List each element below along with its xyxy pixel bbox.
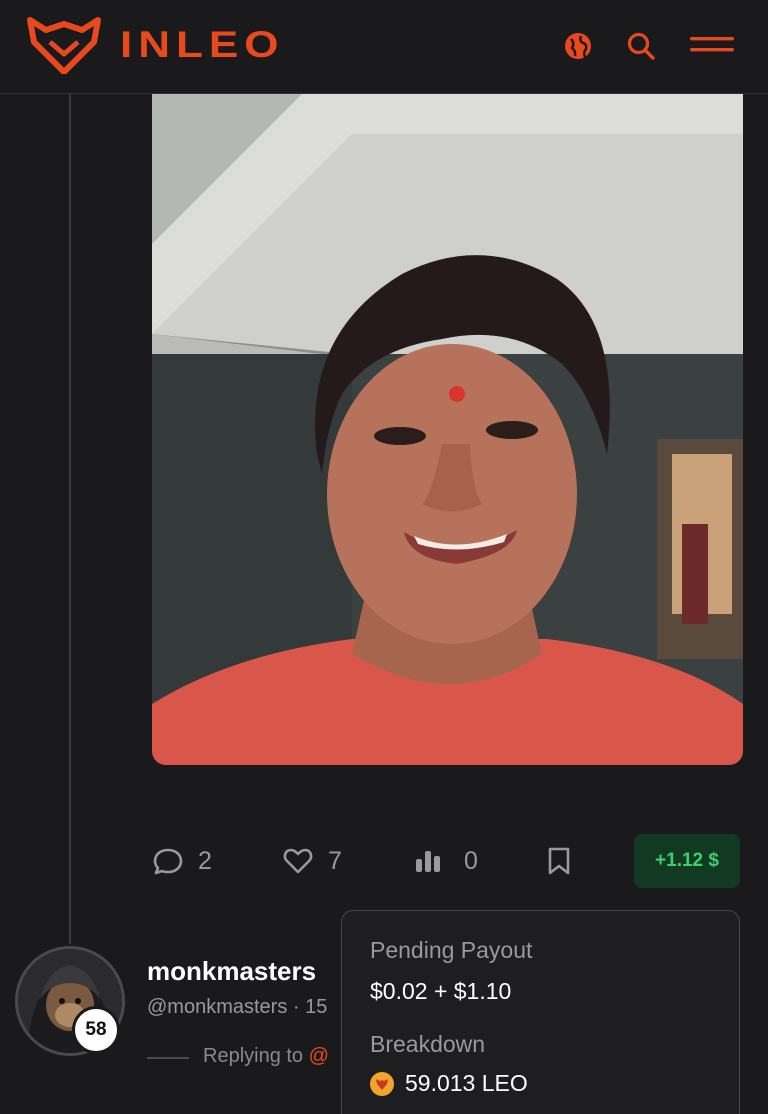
reputation-badge: 58: [72, 1006, 120, 1054]
payout-button[interactable]: +1.12 $: [634, 834, 740, 888]
stats-button[interactable]: 0: [414, 838, 478, 884]
reply-handle[interactable]: @monkmasters · 15: [147, 996, 342, 1019]
comment-icon: [153, 848, 183, 875]
stats-count: 0: [464, 846, 478, 875]
bar-chart-icon: [416, 851, 440, 872]
replying-mention[interactable]: @: [309, 1045, 329, 1067]
brand-wordmark: INLEO: [120, 23, 285, 66]
leo-amount: 59.013 LEO: [405, 1070, 528, 1096]
thread-line: [69, 94, 71, 944]
pending-payout-label: Pending Payout: [370, 937, 533, 963]
post-image[interactable]: [152, 94, 743, 765]
top-header: INLEO: [0, 0, 768, 94]
reply-connector: [147, 1057, 189, 1059]
inleo-logo[interactable]: INLEO: [26, 16, 284, 74]
leo-breakdown-row: 59.013 LEO: [370, 1070, 711, 1097]
comment-count: 2: [198, 846, 212, 875]
comment-button[interactable]: 2: [152, 838, 212, 884]
globe-icon[interactable]: [562, 30, 594, 62]
payout-tooltip: Pending Payout $0.02 + $1.10 Breakdown 5…: [341, 910, 740, 1114]
replying-to: Replying to @: [203, 1045, 343, 1068]
like-count: 7: [328, 846, 342, 875]
reply-username[interactable]: monkmasters: [147, 956, 316, 987]
breakdown-label: Breakdown: [370, 1031, 486, 1057]
leo-coin-icon: [370, 1071, 394, 1096]
bookmark-icon: [548, 847, 570, 875]
pending-payout-value: $0.02 + $1.10: [370, 978, 512, 1004]
like-button[interactable]: 7: [282, 838, 342, 884]
lion-logo-icon: [27, 17, 101, 74]
bookmark-button[interactable]: [546, 838, 572, 884]
search-icon[interactable]: [625, 30, 657, 62]
heart-icon: [283, 848, 313, 874]
hamburger-menu-icon[interactable]: [690, 30, 734, 62]
replying-prefix: Replying to: [203, 1045, 309, 1067]
post-actions: 2 7 0 +1.12 $: [152, 834, 742, 888]
